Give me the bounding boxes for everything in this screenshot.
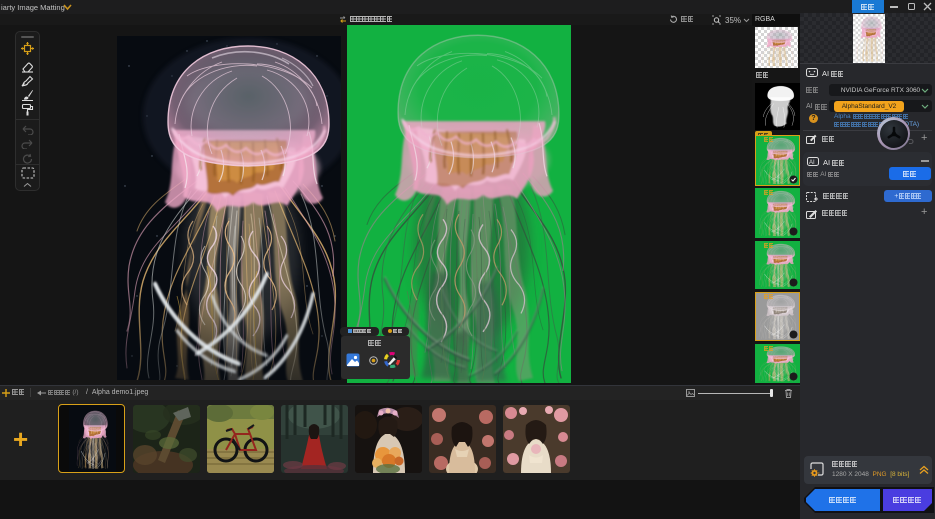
svg-text:AI: AI: [809, 160, 815, 166]
